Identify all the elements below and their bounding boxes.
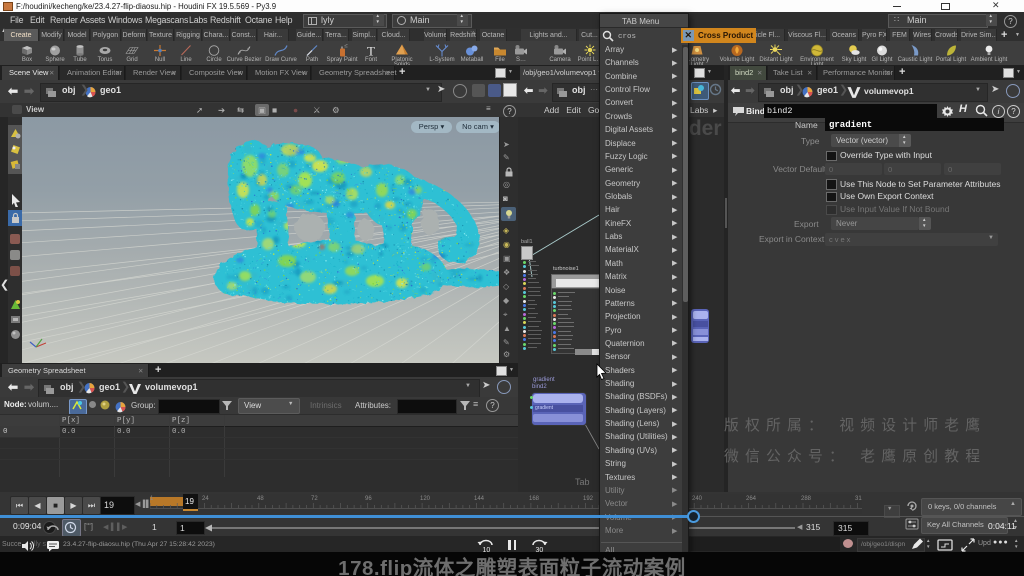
svg-text:1: 1 <box>150 496 154 502</box>
svg-text:312: 312 <box>855 496 862 502</box>
svg-text:T: T <box>367 44 375 59</box>
svg-text:240: 240 <box>692 496 703 502</box>
svg-text:96: 96 <box>365 496 372 502</box>
svg-text:264: 264 <box>746 496 757 502</box>
svg-text:168: 168 <box>529 496 540 502</box>
svg-text:288: 288 <box>801 496 812 502</box>
svg-text:48: 48 <box>257 496 264 502</box>
svg-text:24: 24 <box>202 496 209 502</box>
svg-text:192: 192 <box>583 496 594 502</box>
svg-text:72: 72 <box>311 496 318 502</box>
svg-text:144: 144 <box>474 496 485 502</box>
svg-text:120: 120 <box>420 496 431 502</box>
